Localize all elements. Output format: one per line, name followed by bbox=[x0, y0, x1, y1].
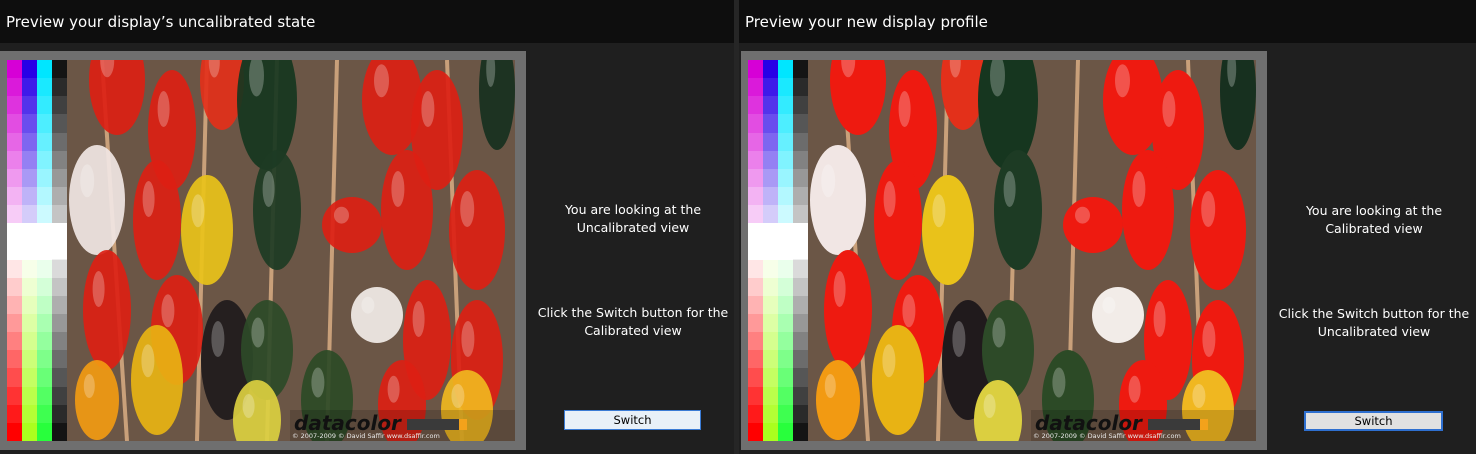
test-image-content: datacolor© 2007-2009 © David Saffir www.… bbox=[748, 60, 1256, 441]
status-message: You are looking at the Uncalibrated view bbox=[528, 201, 738, 237]
panel-title: Preview your new display profile bbox=[745, 13, 988, 31]
calibration-preview-window: Preview your display’s uncalibrated stat… bbox=[0, 0, 1476, 454]
status-line-2: Uncalibrated view bbox=[576, 220, 690, 235]
calibration-test-image: datacolor © 2007-2009 © David Saffir www.… bbox=[7, 60, 515, 441]
hint-line-1: Click the Switch button for the bbox=[537, 305, 729, 320]
status-line-2: Calibrated view bbox=[1325, 221, 1423, 236]
calibrated-panel: Preview your new display profile datacol… bbox=[739, 0, 1476, 454]
switch-button[interactable]: Switch bbox=[1304, 411, 1443, 431]
title-bar: Preview your new display profile bbox=[739, 0, 1476, 43]
calibration-test-image: datacolor © 2007-2009 © David Saffir www.… bbox=[748, 60, 1256, 441]
hint-message: Click the Switch button for the Calibrat… bbox=[528, 304, 738, 340]
copyright-text: © 2007-2009 © David Saffir www.dsaffir.c… bbox=[1033, 432, 1181, 440]
preview-frame: datacolor © 2007-2009 © David Saffir www.… bbox=[0, 51, 526, 450]
panel-title: Preview your display’s uncalibrated stat… bbox=[6, 13, 316, 31]
preview-frame: datacolor © 2007-2009 © David Saffir www.… bbox=[741, 51, 1267, 450]
datacolor-logo: datacolor© 2007-2009 © David Saffir www.… bbox=[1031, 410, 1256, 441]
hint-line-1: Click the Switch button for the bbox=[1278, 306, 1470, 321]
copyright-text: © 2007-2009 © David Saffir www.dsaffir.c… bbox=[292, 432, 440, 440]
status-line-1: You are looking at the bbox=[564, 202, 702, 217]
test-image-content: datacolor© 2007-2009 © David Saffir www.… bbox=[7, 60, 515, 441]
color-step-wedge bbox=[7, 60, 67, 441]
hint-line-2: Calibrated view bbox=[584, 323, 682, 338]
uncalibrated-panel: Preview your display’s uncalibrated stat… bbox=[0, 0, 734, 454]
switch-button[interactable]: Switch bbox=[564, 410, 701, 430]
hint-line-2: Uncalibrated view bbox=[1317, 324, 1431, 339]
status-message: You are looking at the Calibrated view bbox=[1269, 202, 1476, 238]
datacolor-logo: datacolor© 2007-2009 © David Saffir www.… bbox=[290, 410, 515, 441]
title-bar: Preview your display’s uncalibrated stat… bbox=[0, 0, 734, 43]
status-line-1: You are looking at the bbox=[1305, 203, 1443, 218]
color-step-wedge bbox=[748, 60, 808, 441]
hint-message: Click the Switch button for the Uncalibr… bbox=[1269, 305, 1476, 341]
